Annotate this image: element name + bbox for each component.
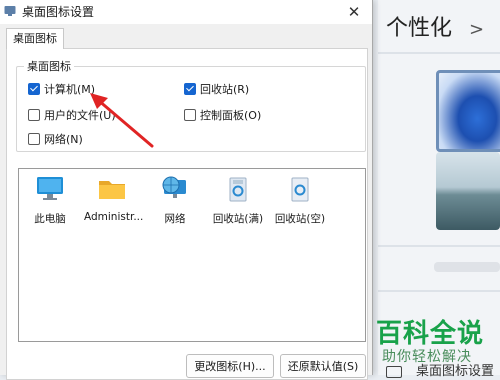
icon-item-network[interactable]: 网络 xyxy=(147,176,203,226)
tab-desktop-icons[interactable]: 桌面图标 xyxy=(6,28,64,49)
checkbox-network[interactable]: 网络(N) xyxy=(28,131,83,147)
restore-default-button[interactable]: 还原默认值(S) xyxy=(280,354,366,378)
desktop-icon-settings-label: 桌面图标设置 xyxy=(416,364,495,379)
theme-thumbnail-lake[interactable] xyxy=(436,152,500,230)
checkbox-box[interactable] xyxy=(28,133,40,145)
checkbox-recycle-bin[interactable]: 回收站(R) xyxy=(184,81,249,97)
checkbox-box[interactable] xyxy=(28,83,40,95)
theme-thumbnail-selected[interactable] xyxy=(436,70,500,152)
checkbox-box[interactable] xyxy=(184,109,196,121)
network-globe-icon xyxy=(162,176,186,198)
desktop-icon-settings-dialog: 桌面图标设置 ✕ 桌面图标 桌面图标 计算机(M) 回收站(R) 用户的文件(U… xyxy=(0,0,373,380)
personalization-breadcrumb: 个性化 > 主 xyxy=(386,10,500,42)
close-button[interactable]: ✕ xyxy=(336,0,372,24)
icon-item-recycle-full[interactable]: 回收站(满) xyxy=(210,176,266,226)
blurred-setting-row xyxy=(434,262,500,272)
recycle-bin-empty-icon xyxy=(291,177,309,202)
icon-item-user-folder[interactable]: Administr... xyxy=(84,176,144,223)
checkbox-box[interactable] xyxy=(184,83,196,95)
change-icon-button[interactable]: 更改图标(H)... xyxy=(186,354,274,378)
checkbox-label: 控制面板(O) xyxy=(200,109,262,122)
dialog-title: 桌面图标设置 xyxy=(22,5,95,19)
dialog-titlebar[interactable]: 桌面图标设置 ✕ xyxy=(0,0,372,24)
folder-icon xyxy=(99,181,125,199)
icon-label: 回收站(空) xyxy=(274,213,326,225)
icon-label: 回收站(满) xyxy=(212,213,264,225)
annotation-arrow-icon xyxy=(90,93,154,148)
icon-label: 网络 xyxy=(164,213,186,225)
monitor-icon xyxy=(37,177,63,200)
icon-label: Administr... xyxy=(84,211,144,223)
watermark-subtitle: 助你轻松解决 xyxy=(382,349,472,365)
checkbox-label: 网络(N) xyxy=(44,133,83,146)
checkbox-control-panel[interactable]: 控制面板(O) xyxy=(184,107,261,123)
icon-label: 此电脑 xyxy=(34,213,66,225)
checkbox-computer[interactable]: 计算机(M) xyxy=(28,81,95,97)
personalization-title: 个性化 xyxy=(386,16,453,41)
icon-item-recycle-empty[interactable]: 回收站(空) xyxy=(272,176,328,226)
checkbox-label: 回收站(R) xyxy=(200,83,250,96)
watermark-title: 百科全说 xyxy=(376,319,485,349)
settings-app-icon xyxy=(4,6,16,16)
checkbox-box[interactable] xyxy=(28,109,40,121)
monitor-icon xyxy=(386,365,402,378)
breadcrumb-separator: > xyxy=(469,19,485,40)
icon-item-this-pc[interactable]: 此电脑 xyxy=(22,176,78,226)
group-title: 桌面图标 xyxy=(24,58,74,74)
recycle-bin-full-icon xyxy=(229,177,247,202)
